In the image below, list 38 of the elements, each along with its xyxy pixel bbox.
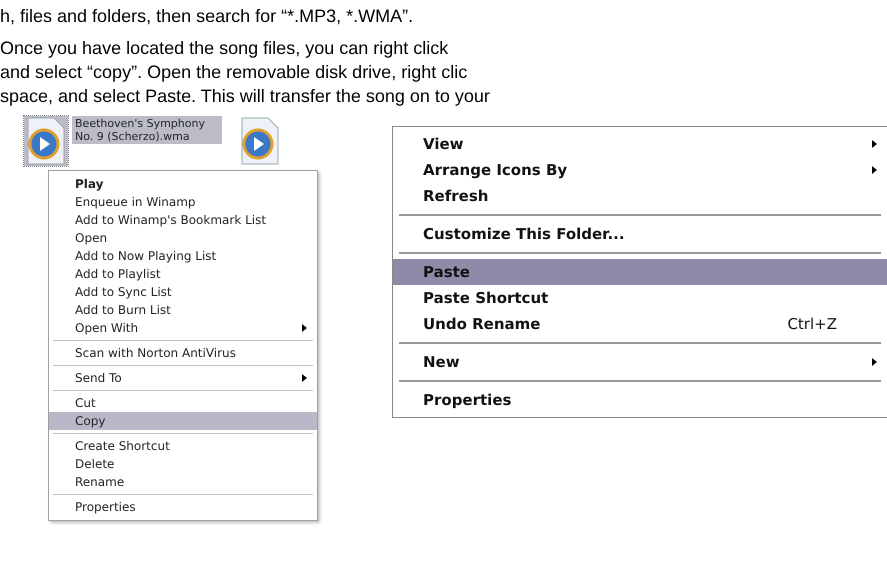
menu-item[interactable]: Undo Rename Ctrl+Z	[393, 311, 887, 337]
menu-item[interactable]: Properties	[49, 498, 317, 516]
menu-item[interactable]: Cut	[49, 394, 317, 412]
menu-item[interactable]: Scan with Norton AntiVirus	[49, 344, 317, 362]
menu-item[interactable]: Open With	[49, 319, 317, 337]
menu-item[interactable]: Delete	[49, 455, 317, 473]
menu-item[interactable]: Enqueue in Winamp	[49, 193, 317, 211]
submenu-arrow-icon	[302, 324, 307, 332]
menu-item[interactable]: Properties	[393, 387, 887, 413]
shortcut-text: Ctrl+Z	[787, 314, 837, 335]
menu-item[interactable]: Add to Winamp's Bookmark List	[49, 211, 317, 229]
submenu-arrow-icon	[872, 358, 877, 366]
menu-item[interactable]: Rename	[49, 473, 317, 491]
submenu-arrow-icon	[872, 166, 877, 174]
menu-item[interactable]: Refresh	[393, 183, 887, 209]
menu-item[interactable]: Play	[49, 175, 317, 193]
text-line: h, files and folders, then search for “*.MP3, *.WMA”.	[0, 5, 414, 28]
menu-item[interactable]: Arrange Icons By	[393, 157, 887, 183]
media-file-icon[interactable]	[24, 116, 68, 166]
text-line: space, and select Paste. This will transfer the song on to your	[0, 85, 491, 108]
menu-item[interactable]: Open	[49, 229, 317, 247]
submenu-arrow-icon	[872, 140, 877, 148]
submenu-arrow-icon	[302, 374, 307, 382]
menu-item[interactable]: Copy	[49, 412, 317, 430]
menu-item[interactable]: Paste	[393, 259, 887, 285]
menu-item[interactable]: Add to Burn List	[49, 301, 317, 319]
menu-item[interactable]: Add to Now Playing List	[49, 247, 317, 265]
menu-item[interactable]: Send To	[49, 369, 317, 387]
menu-item[interactable]: Customize This Folder...	[393, 221, 887, 247]
menu-item[interactable]: Add to Playlist	[49, 265, 317, 283]
menu-item[interactable]: View	[393, 131, 887, 157]
menu-item[interactable]: Paste Shortcut	[393, 285, 887, 311]
menu-item[interactable]: New	[393, 349, 887, 375]
text-line: and select “copy”. Open the removable disk drive, right clic	[0, 61, 468, 84]
file-name[interactable]: Beethoven's Symphony No. 9 (Scherzo).wma	[72, 116, 222, 144]
menu-item[interactable]: Create Shortcut	[49, 437, 317, 455]
text-line: Once you have located the song files, you can right click	[0, 37, 450, 60]
menu-item[interactable]: Add to Sync List	[49, 283, 317, 301]
